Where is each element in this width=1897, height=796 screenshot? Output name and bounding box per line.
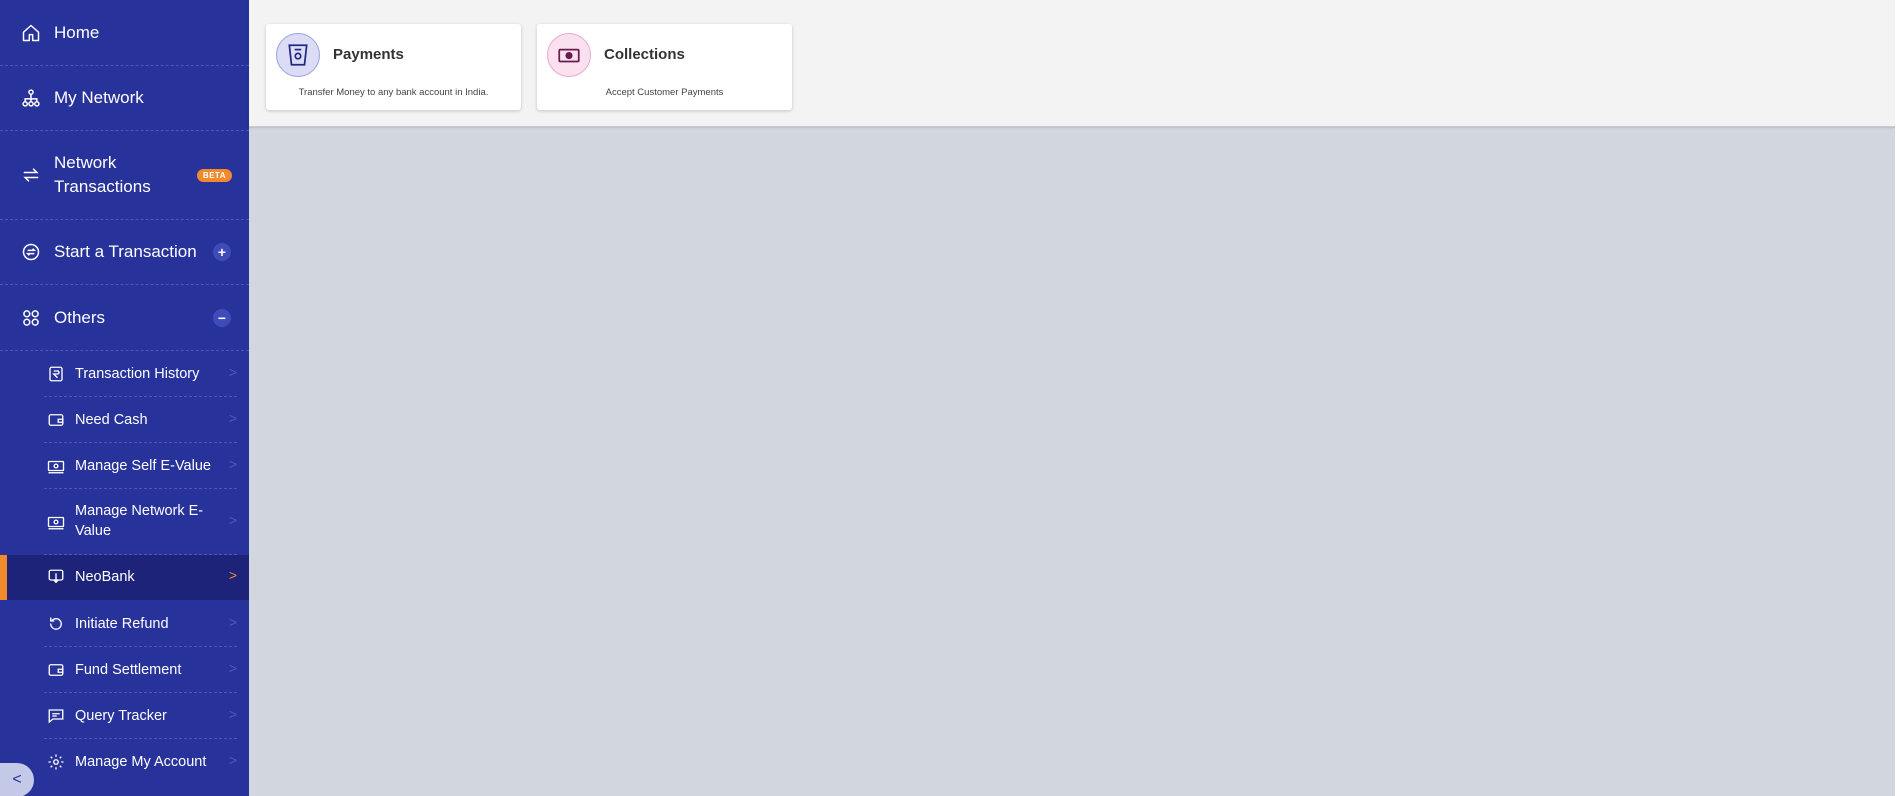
nav-start-transaction-label: Start a Transaction [54, 242, 197, 261]
collections-description: Accept Customer Payments [605, 87, 724, 98]
chevron-right-icon: > [228, 456, 237, 472]
collapse-minus-button[interactable]: − [213, 308, 231, 327]
sub-item-label: Need Cash [75, 412, 148, 428]
chevron-right-icon: > [228, 364, 237, 380]
transaction-icon [20, 241, 42, 263]
transfer-arrows-icon [20, 164, 42, 186]
nav-home[interactable]: Home [0, 0, 249, 66]
network-icon [20, 87, 42, 109]
expand-plus-button[interactable]: + [213, 243, 231, 261]
sub-item-label: Manage My Account [75, 754, 207, 770]
sub-item-initiate-refund[interactable]: Initiate Refund > [0, 601, 249, 647]
nav-start-transaction[interactable]: Start a Transaction + [0, 220, 249, 285]
payments-description: Transfer Money to any bank account in In… [298, 87, 489, 98]
chat-icon [46, 706, 66, 726]
chevron-right-icon: > [228, 410, 237, 426]
collections-title: Collections [604, 46, 685, 63]
beta-badge: BETA [196, 168, 232, 182]
sub-item-fund-settlement[interactable]: Fund Settlement > [0, 647, 249, 693]
collections-card[interactable]: Collections Accept Customer Payments [537, 24, 792, 110]
sub-item-label: Fund Settlement [75, 662, 182, 678]
sub-item-query-tracker[interactable]: Query Tracker > [0, 693, 249, 739]
sub-item-label: Manage Self E-Value [75, 458, 211, 474]
active-indicator [0, 555, 7, 600]
neobank-icon [46, 567, 66, 587]
receipt-icon [46, 364, 66, 384]
sub-item-label: Transaction History [75, 366, 200, 382]
collections-icon [547, 33, 591, 77]
wallet-icon [46, 410, 66, 430]
payments-title: Payments [333, 46, 404, 63]
nav-my-network-label: My Network [54, 88, 144, 107]
sub-item-neobank[interactable]: NeoBank > [0, 555, 249, 600]
apps-grid-icon [20, 307, 42, 329]
services-panel: Payments Transfer Money to any bank acco… [249, 0, 1897, 127]
chevron-right-icon: > [228, 706, 237, 722]
cash-icon [46, 456, 66, 476]
sub-item-transaction-history[interactable]: Transaction History > [0, 351, 249, 397]
nav-home-label: Home [54, 22, 100, 42]
gear-icon [46, 752, 66, 772]
sub-item-label: Initiate Refund [75, 616, 169, 632]
sub-item-need-cash[interactable]: Need Cash > [0, 397, 249, 443]
home-icon [20, 22, 42, 44]
chevron-right-icon: > [228, 512, 237, 528]
nav-others[interactable]: Others − [0, 285, 249, 351]
nav-my-network[interactable]: My Network [0, 66, 249, 131]
wallet-icon [46, 660, 66, 680]
sub-item-label: Query Tracker [75, 708, 167, 724]
sub-item-manage-self-evalue[interactable]: Manage Self E-Value > [0, 443, 249, 489]
chevron-right-icon: > [228, 752, 237, 768]
refund-icon [46, 614, 66, 634]
chevron-right-icon: > [228, 614, 237, 630]
chevron-right-icon: > [228, 567, 237, 583]
chevron-left-icon: < [12, 771, 22, 788]
nav-network-transactions-label: Network Transactions [54, 153, 151, 196]
nav-network-transactions[interactable]: Network Transactions BETA [0, 131, 249, 220]
cash-icon [46, 512, 66, 532]
nav-others-label: Others [54, 307, 106, 327]
collapse-sidebar-button[interactable]: < [0, 763, 34, 796]
payments-icon [276, 33, 320, 77]
sub-item-manage-network-evalue[interactable]: Manage Network E-Value > [0, 489, 249, 555]
sub-item-label: NeoBank [75, 569, 135, 585]
sidebar: Home My Network Network Transactions BET… [0, 0, 249, 796]
chevron-right-icon: > [228, 660, 237, 676]
payments-card[interactable]: Payments Transfer Money to any bank acco… [266, 24, 521, 110]
sub-item-label: Manage Network E-Value [75, 503, 204, 539]
sub-item-manage-my-account[interactable]: Manage My Account > [0, 739, 249, 785]
